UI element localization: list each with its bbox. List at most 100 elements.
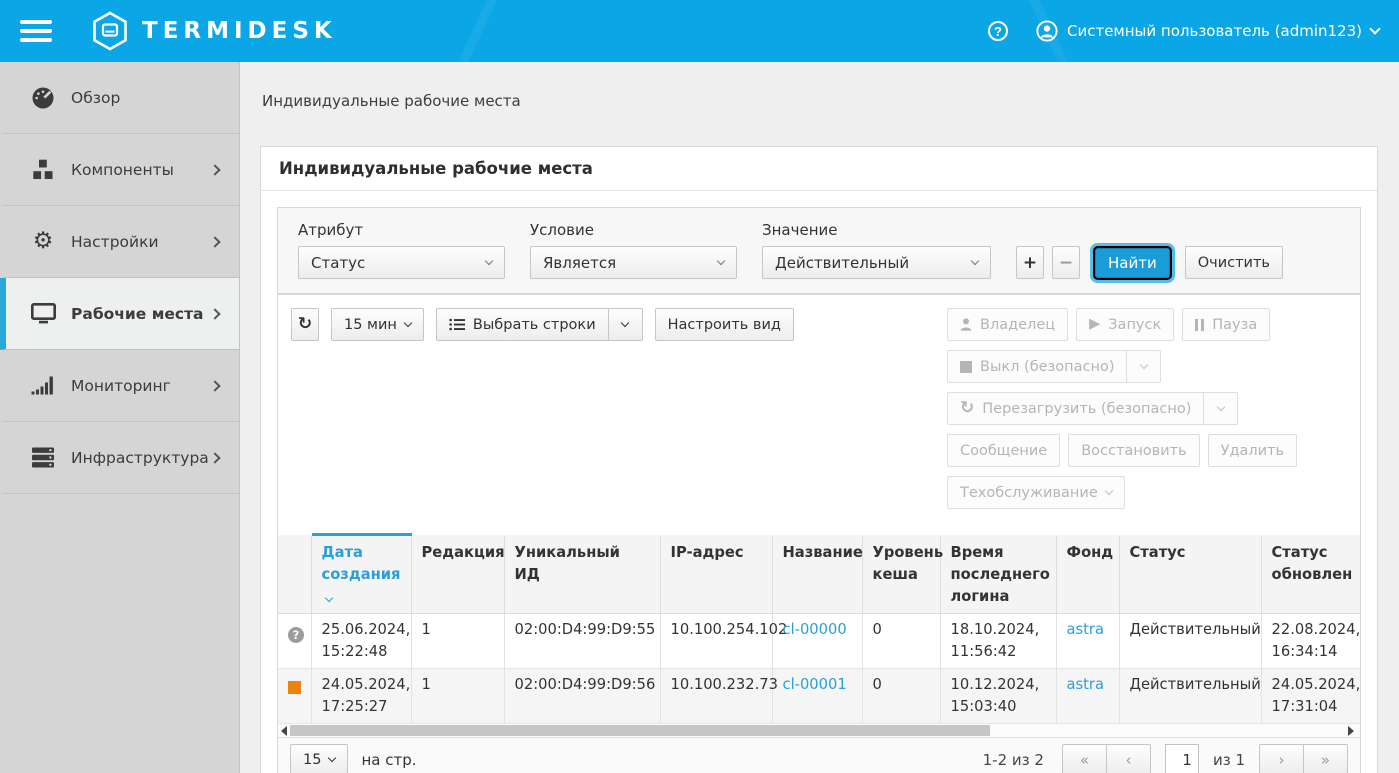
refresh-interval-button[interactable]: 15 мин — [331, 308, 424, 341]
row-marker-cell: ? — [278, 614, 311, 669]
owner-label: Владелец — [980, 317, 1055, 333]
col-pool[interactable]: Фонд — [1056, 535, 1119, 614]
sidebar-item-overview[interactable]: Обзор — [0, 62, 239, 134]
search-button[interactable]: Найти — [1095, 248, 1170, 278]
col-cache-level[interactable]: Уровень кеша — [862, 535, 940, 614]
help-icon[interactable]: ? — [988, 21, 1008, 41]
top-header: TERMIDESK ? Системный пользователь (admi… — [0, 0, 1399, 62]
clear-button[interactable]: Очистить — [1185, 246, 1283, 279]
reboot-dropdown-button[interactable] — [1203, 392, 1238, 425]
prev-page-button[interactable]: ‹ — [1106, 744, 1151, 773]
start-button[interactable]: ▶ Запуск — [1076, 308, 1174, 341]
question-badge-icon: ? — [288, 627, 304, 643]
col-ip[interactable]: IP-адрес — [660, 535, 772, 614]
sidebar-item-settings[interactable]: ⚙ Настройки — [0, 206, 239, 278]
filter-actions: + − Найти Очистить — [1016, 246, 1283, 279]
brand-logo: TERMIDESK — [92, 11, 337, 51]
sidebar-item-label: Мониторинг — [71, 377, 171, 395]
breadcrumb: Индивидуальные рабочие места — [262, 92, 1399, 110]
power-off-button[interactable]: Выкл (безопасно) — [947, 350, 1127, 383]
hexagon-logo-icon — [92, 11, 128, 51]
chevron-down-icon — [1105, 486, 1113, 494]
last-page-button[interactable]: » — [1303, 744, 1348, 773]
cache-level-cell: 0 — [862, 614, 940, 669]
main-content: Индивидуальные рабочие места Индивидуаль… — [240, 62, 1399, 773]
sidebar-item-label: Обзор — [71, 89, 120, 107]
add-filter-button[interactable]: + — [1016, 246, 1044, 279]
orange-square-icon — [288, 681, 301, 694]
current-page-input[interactable] — [1165, 744, 1199, 773]
col-last-login[interactable]: Время последнего логина — [940, 535, 1056, 614]
next-page-button[interactable]: › — [1259, 744, 1304, 773]
reboot-button[interactable]: ↻ Перезагрузить (безопасно) — [947, 392, 1204, 425]
value-select-value: Действительный — [775, 254, 909, 272]
refresh-button[interactable]: ↻ — [291, 308, 319, 341]
select-rows-split: Выбрать строки — [436, 308, 643, 341]
user-icon — [1036, 20, 1058, 42]
sidebar: Обзор Компоненты ⚙ Настройки Рабочие мес… — [0, 62, 240, 773]
col-unique-id[interactable]: Уникальный ИД — [504, 535, 660, 614]
delete-button[interactable]: Удалить — [1208, 434, 1297, 467]
chevron-right-icon — [209, 308, 220, 319]
power-off-dropdown-button[interactable] — [1126, 350, 1161, 383]
sidebar-item-workplaces[interactable]: Рабочие места — [0, 278, 239, 350]
unique-id-cell: 02:00:D4:99:D9:55 — [504, 614, 660, 669]
chevron-down-icon — [404, 318, 412, 326]
restore-button[interactable]: Восстановить — [1068, 434, 1199, 467]
sidebar-item-components[interactable]: Компоненты — [0, 134, 239, 206]
pool-link[interactable]: astra — [1067, 676, 1104, 693]
pagination-forward-group: › » — [1259, 744, 1348, 773]
condition-select[interactable]: Является — [530, 246, 737, 279]
hamburger-menu-icon[interactable] — [20, 20, 52, 42]
horizontal-scrollbar[interactable] — [278, 724, 1360, 737]
grid-container: ↻ 15 мин Выбрать строки — [277, 294, 1361, 773]
first-page-button[interactable]: « — [1062, 744, 1107, 773]
dashboard-icon — [28, 86, 58, 110]
person-icon — [960, 318, 972, 331]
created-cell: 25.06.2024, 15:22:48 — [311, 614, 411, 669]
col-edition[interactable]: Редакция — [411, 535, 504, 614]
toolbar-left: ↻ 15 мин Выбрать строки — [291, 308, 794, 341]
filter-bar: Атрибут Статус Условие Является — [277, 207, 1361, 294]
pause-icon — [1195, 319, 1204, 331]
col-created[interactable]: Дата создания — [311, 535, 411, 614]
sidebar-item-label: Настройки — [71, 233, 159, 251]
chevron-right-icon — [209, 452, 220, 463]
unique-id-cell: 02:00:D4:99:D9:56 — [504, 669, 660, 724]
maintenance-button[interactable]: Техобслуживание — [947, 476, 1125, 509]
user-menu[interactable]: Системный пользователь (admin123) — [1036, 20, 1379, 42]
filter-attribute-group: Атрибут Статус — [298, 221, 505, 279]
sidebar-item-infrastructure[interactable]: Инфраструктура — [0, 422, 239, 494]
remove-filter-button[interactable]: − — [1052, 246, 1080, 279]
workplaces-table: Дата создания Редакция Уникальный ИД IP-… — [278, 533, 1360, 724]
filter-value-group: Значение Действительный — [762, 221, 991, 279]
attribute-select[interactable]: Статус — [298, 246, 505, 279]
col-name[interactable]: Название — [772, 535, 862, 614]
message-button[interactable]: Сообщение — [947, 434, 1060, 467]
pool-link[interactable]: astra — [1067, 621, 1104, 638]
scroll-right-icon[interactable] — [1348, 726, 1354, 736]
workplaces-panel: Индивидуальные рабочие места Атрибут Ста… — [260, 146, 1378, 773]
workplace-link[interactable]: cl-00000 — [783, 621, 847, 638]
owner-button[interactable]: Владелец — [947, 308, 1068, 341]
sidebar-item-monitoring[interactable]: Мониторинг — [0, 350, 239, 422]
page-size-select[interactable]: 15 — [290, 744, 348, 773]
scrollbar-thumb[interactable] — [290, 725, 990, 736]
workplace-link[interactable]: cl-00001 — [783, 676, 847, 693]
sidebar-item-label: Компоненты — [71, 161, 174, 179]
last-login-cell: 10.12.2024, 15:03:40 — [940, 669, 1056, 724]
configure-view-button[interactable]: Настроить вид — [655, 308, 794, 341]
select-rows-dropdown-button[interactable] — [608, 308, 643, 341]
scroll-left-icon[interactable] — [281, 726, 287, 736]
col-status-updated[interactable]: Статус обновлен — [1261, 535, 1360, 614]
settings-icon: ⚙ — [28, 230, 58, 253]
value-select[interactable]: Действительный — [762, 246, 991, 279]
cache-level-cell: 0 — [862, 669, 940, 724]
select-rows-button[interactable]: Выбрать строки — [436, 308, 609, 341]
filter-condition-group: Условие Является — [530, 221, 737, 279]
pause-button[interactable]: Пауза — [1182, 308, 1270, 341]
col-status[interactable]: Статус — [1119, 535, 1261, 614]
chevron-down-icon — [717, 256, 725, 264]
pagination: 1-2 из 2 « ‹ из 1 › » — [983, 744, 1348, 773]
pagination-back-group: « ‹ — [1062, 744, 1151, 773]
